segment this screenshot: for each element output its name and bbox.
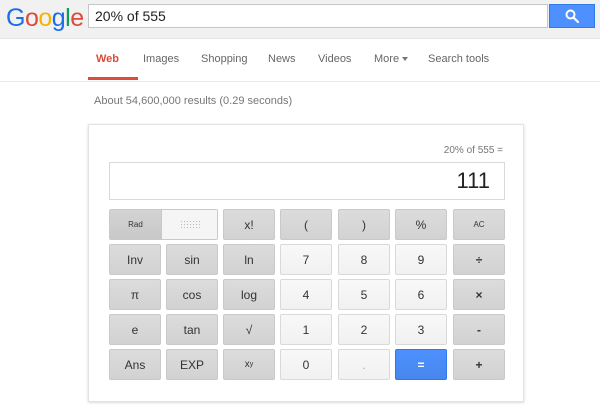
digit-8-key[interactable]: 8 bbox=[338, 244, 390, 275]
digit-1-key[interactable]: 1 bbox=[280, 314, 332, 345]
tab-more-label: More bbox=[374, 53, 400, 65]
deg-button[interactable] bbox=[162, 210, 217, 239]
decimal-key[interactable]: . bbox=[338, 349, 390, 380]
search-icon bbox=[565, 9, 579, 23]
calculator-display: 111 bbox=[109, 162, 505, 200]
rad-button[interactable]: Rad bbox=[110, 210, 162, 239]
logo-letter: G bbox=[6, 4, 25, 32]
logo-letter: o bbox=[24, 4, 39, 32]
digit-4-key[interactable]: 4 bbox=[280, 279, 332, 310]
multiply-key[interactable]: × bbox=[453, 279, 505, 310]
search-button[interactable] bbox=[549, 4, 595, 28]
digit-9-key[interactable]: 9 bbox=[395, 244, 447, 275]
digit-7-key[interactable]: 7 bbox=[280, 244, 332, 275]
rad-deg-toggle[interactable]: Rad bbox=[109, 209, 218, 240]
tab-images[interactable]: Images bbox=[143, 53, 179, 65]
euler-key[interactable]: e bbox=[109, 314, 161, 345]
exp-key[interactable]: EXP bbox=[166, 349, 218, 380]
power-key-base: x bbox=[244, 359, 250, 370]
cos-key[interactable]: cos bbox=[166, 279, 218, 310]
logo-letter: o bbox=[38, 4, 52, 32]
search-input[interactable]: 20% of 555 bbox=[88, 4, 548, 28]
digit-0-key[interactable]: 0 bbox=[280, 349, 332, 380]
chevron-down-icon bbox=[402, 57, 409, 62]
pi-key[interactable]: π bbox=[109, 279, 161, 310]
tab-more[interactable]: More bbox=[374, 53, 409, 65]
tab-search-tools[interactable]: Search tools bbox=[428, 53, 489, 65]
tab-shopping[interactable]: Shopping bbox=[201, 53, 248, 65]
search-tabs: Web Images Shopping News Videos More Sea… bbox=[0, 39, 600, 82]
minus-key[interactable]: - bbox=[453, 314, 505, 345]
factorial-key[interactable]: x! bbox=[223, 209, 275, 240]
tan-key[interactable]: tan bbox=[166, 314, 218, 345]
deg-placeholder-icon bbox=[179, 219, 200, 230]
plus-key[interactable]: + bbox=[453, 349, 505, 380]
digit-3-key[interactable]: 3 bbox=[395, 314, 447, 345]
calculator-card: 20% of 555 = 111 Rad x! ( ) % AC Inv sin… bbox=[88, 124, 524, 402]
top-bar: Google 20% of 555 bbox=[0, 0, 600, 39]
equals-key[interactable]: = bbox=[395, 349, 447, 380]
ln-key[interactable]: ln bbox=[223, 244, 275, 275]
calculator-expression: 20% of 555 = bbox=[443, 145, 503, 156]
digit-2-key[interactable]: 2 bbox=[338, 314, 390, 345]
inverse-key[interactable]: Inv bbox=[109, 244, 161, 275]
google-logo[interactable]: Google bbox=[6, 3, 84, 33]
result-stats: About 54,600,000 results (0.29 seconds) bbox=[94, 95, 293, 107]
power-key[interactable]: xy bbox=[223, 349, 275, 380]
digit-5-key[interactable]: 5 bbox=[338, 279, 390, 310]
tab-web[interactable]: Web bbox=[96, 53, 119, 65]
logo-letter: e bbox=[70, 4, 84, 32]
close-paren-key[interactable]: ) bbox=[338, 209, 390, 240]
sin-key[interactable]: sin bbox=[166, 244, 218, 275]
log-key[interactable]: log bbox=[223, 279, 275, 310]
all-clear-key[interactable]: AC bbox=[453, 209, 505, 240]
active-tab-indicator bbox=[88, 77, 138, 80]
percent-key[interactable]: % bbox=[395, 209, 447, 240]
tab-news[interactable]: News bbox=[268, 53, 296, 65]
tab-videos[interactable]: Videos bbox=[318, 53, 351, 65]
logo-letter: g bbox=[51, 4, 66, 32]
open-paren-key[interactable]: ( bbox=[280, 209, 332, 240]
sqrt-key[interactable]: √ bbox=[223, 314, 275, 345]
digit-6-key[interactable]: 6 bbox=[395, 279, 447, 310]
answer-key[interactable]: Ans bbox=[109, 349, 161, 380]
divide-key[interactable]: ÷ bbox=[453, 244, 505, 275]
